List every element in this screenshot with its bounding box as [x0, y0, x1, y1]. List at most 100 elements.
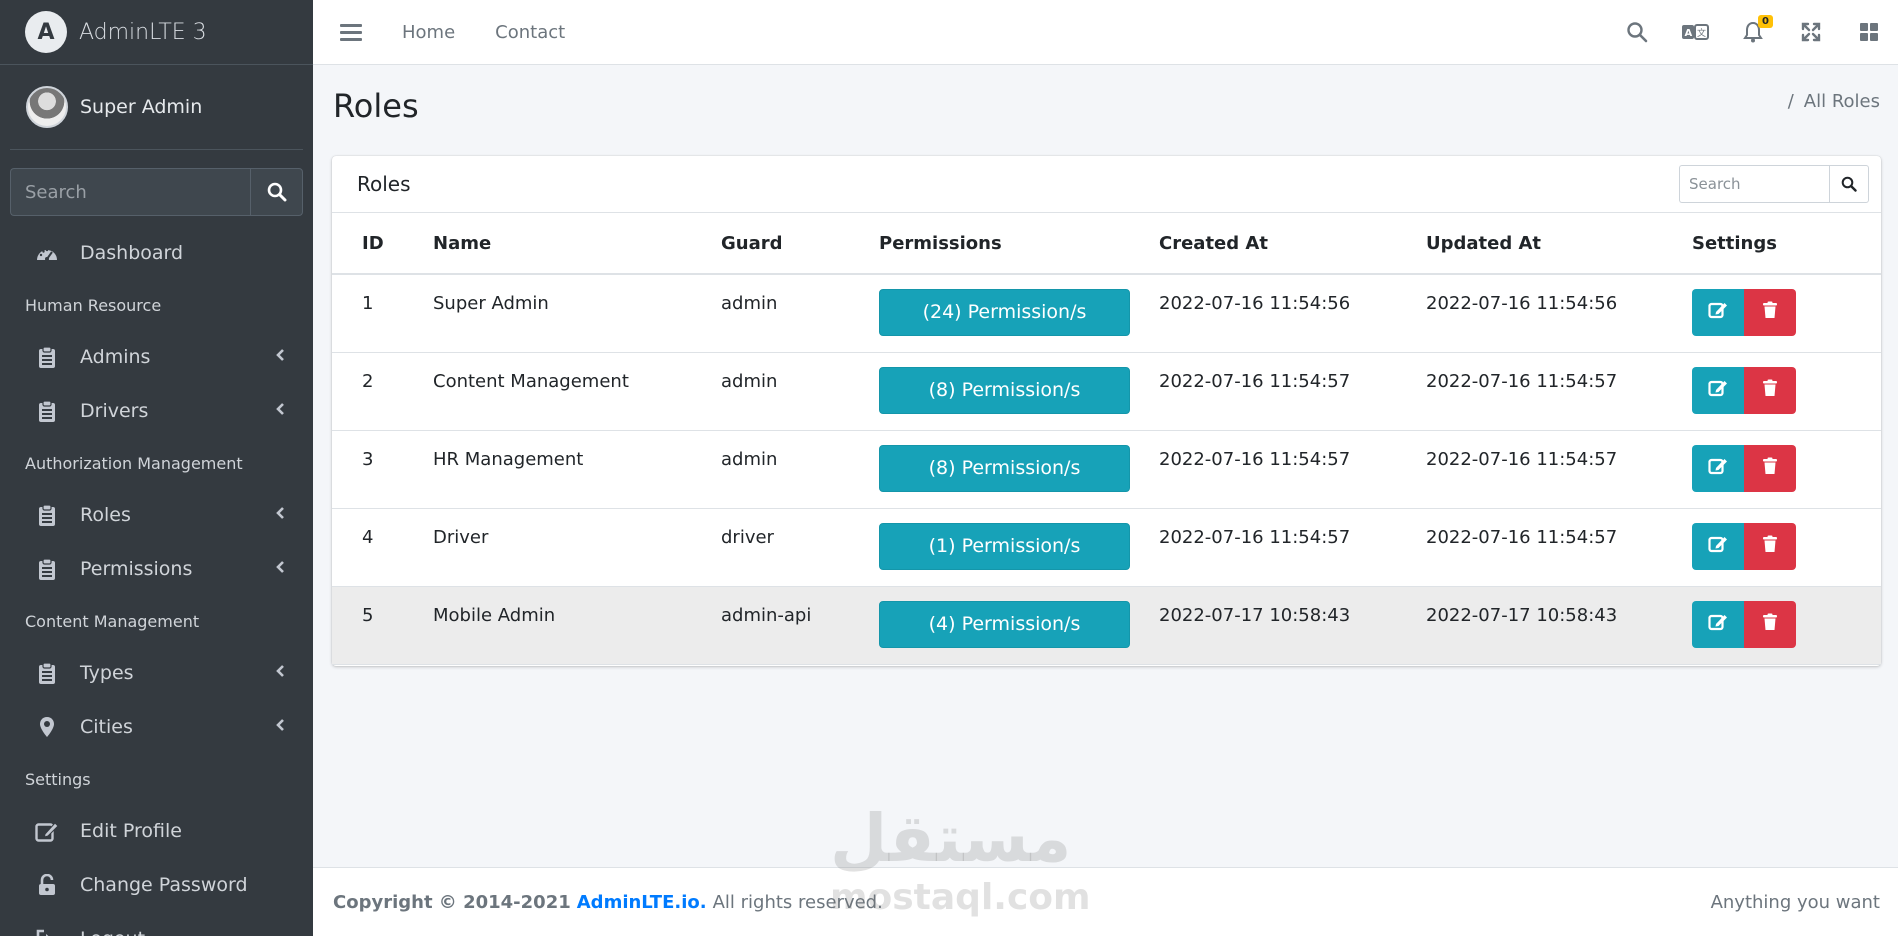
sidebar-item-drivers[interactable]: Drivers [0, 384, 313, 438]
permissions-button[interactable]: (1) Permission/s [879, 522, 1130, 570]
delete-button[interactable] [1744, 289, 1796, 336]
table-search-input[interactable] [1679, 165, 1829, 203]
edit-button[interactable] [1692, 366, 1744, 414]
search-icon [1841, 176, 1857, 192]
column-header-permissions: Permissions [879, 213, 1159, 275]
cell-guard: admin [721, 430, 879, 509]
cell-id: 2 [332, 352, 433, 431]
permissions-button[interactable]: (8) Permission/s [879, 366, 1130, 414]
cell-guard: admin-api [721, 586, 879, 665]
nav-header-settings: Settings [25, 769, 91, 789]
cell-created-at: 2022-07-16 11:54:57 [1159, 352, 1426, 431]
chevron-left-icon [275, 506, 285, 524]
cell-permissions: (4) Permission/s [879, 586, 1159, 665]
delete-button[interactable] [1744, 600, 1796, 648]
grid-icon[interactable] [1840, 12, 1898, 52]
sidebar-nav: Dashboard Human Resource Admins Drivers Auth… [0, 226, 313, 936]
cell-permissions: (24) Permission/s [879, 274, 1159, 353]
sidebar-item-label: Edit Profile [80, 820, 182, 842]
sidebar-item-cities[interactable]: Cities [0, 700, 313, 754]
delete-button[interactable] [1744, 444, 1796, 492]
table-row: 1 Super Admin admin (24) Permission/s 2022-0… [332, 274, 1881, 353]
cell-updated-at: 2022-07-16 11:54:57 [1426, 508, 1692, 587]
edit-button[interactable] [1692, 522, 1744, 570]
column-header-settings: Settings [1692, 213, 1881, 275]
search-icon[interactable] [1608, 12, 1666, 52]
clipboard-icon [34, 346, 60, 368]
sidebar-item-dashboard[interactable]: Dashboard [0, 226, 313, 280]
cell-permissions: (8) Permission/s [879, 352, 1159, 431]
table-row: 3 HR Management admin (8) Permission/s 2022-… [332, 430, 1881, 509]
row-actions [1692, 366, 1796, 414]
svg-text:A: A [1685, 28, 1693, 39]
chevron-left-icon [275, 664, 285, 682]
main-sidebar: A AdminLTE 3 Super Admin Dashboard Human … [0, 0, 313, 936]
card-header: Roles [332, 156, 1881, 213]
language-icon[interactable]: A文 [1666, 12, 1724, 52]
footer-adminlte-link[interactable]: AdminLTE.io. [577, 892, 707, 913]
column-header-created-at: Created At [1159, 213, 1426, 275]
brand-link[interactable]: A AdminLTE 3 [0, 0, 313, 65]
permissions-button[interactable]: (8) Permission/s [879, 444, 1130, 492]
chevron-left-icon [275, 402, 285, 420]
sidebar-item-logout[interactable]: Logout [0, 912, 313, 936]
sidebar-item-change-password[interactable]: Change Password [0, 858, 313, 912]
nav-link-contact[interactable]: Contact [495, 22, 565, 43]
sign-out-icon [34, 928, 60, 936]
menu-toggle-icon[interactable] [340, 20, 362, 45]
nav-link-home[interactable]: Home [402, 22, 455, 43]
sidebar-search-input[interactable] [10, 168, 250, 216]
cell-settings [1692, 352, 1881, 431]
sidebar-item-edit-profile[interactable]: Edit Profile [0, 804, 313, 858]
page-title: Roles [333, 87, 419, 125]
breadcrumb-active: All Roles [1803, 91, 1880, 112]
permissions-button[interactable]: (4) Permission/s [879, 600, 1130, 648]
cell-updated-at: 2022-07-16 11:54:56 [1426, 274, 1692, 353]
cell-updated-at: 2022-07-17 10:58:43 [1426, 586, 1692, 665]
content-wrapper: Roles / All Roles Roles ID Name Guard Per… [313, 65, 1898, 867]
cell-guard: admin [721, 274, 879, 353]
cell-created-at: 2022-07-17 10:58:43 [1159, 586, 1426, 665]
clipboard-icon [34, 558, 60, 580]
trash-icon [1762, 379, 1778, 402]
clipboard-icon [34, 400, 60, 422]
sidebar-search-button[interactable] [250, 168, 303, 216]
edit-button[interactable] [1692, 289, 1744, 336]
cell-created-at: 2022-07-16 11:54:56 [1159, 274, 1426, 353]
edit-button[interactable] [1692, 600, 1744, 648]
table-search-button[interactable] [1829, 165, 1869, 203]
delete-button[interactable] [1744, 366, 1796, 414]
fullscreen-icon[interactable] [1782, 12, 1840, 52]
cell-name: Driver [433, 508, 721, 587]
edit-button[interactable] [1692, 444, 1744, 492]
brand-logo-icon: A [25, 11, 67, 53]
svg-text:文: 文 [1697, 27, 1706, 39]
sidebar-item-permissions[interactable]: Permissions [0, 542, 313, 596]
clipboard-icon [34, 504, 60, 526]
permissions-button[interactable]: (24) Permission/s [879, 289, 1130, 336]
roles-card: Roles ID Name Guard Permissions Created … [332, 156, 1881, 666]
map-marker-icon [34, 716, 60, 738]
cell-name: Mobile Admin [433, 586, 721, 665]
brand-name: AdminLTE 3 [79, 19, 207, 45]
cell-name: Content Management [433, 352, 721, 431]
cell-id: 3 [332, 430, 433, 509]
bell-icon[interactable]: 0 [1724, 12, 1782, 52]
user-name[interactable]: Super Admin [80, 96, 202, 118]
column-header-name: Name [433, 213, 721, 275]
delete-button[interactable] [1744, 522, 1796, 570]
cell-created-at: 2022-07-16 11:54:57 [1159, 430, 1426, 509]
sidebar-item-types[interactable]: Types [0, 646, 313, 700]
cell-settings [1692, 274, 1881, 353]
roles-table: ID Name Guard Permissions Created At Upd… [332, 213, 1881, 665]
avatar [26, 86, 68, 128]
trash-icon [1762, 301, 1778, 324]
edit-icon [1708, 379, 1728, 402]
breadcrumb: / All Roles [1788, 91, 1880, 112]
cell-id: 1 [332, 274, 433, 353]
sidebar-item-roles[interactable]: Roles [0, 488, 313, 542]
sidebar-item-label: Admins [80, 346, 151, 368]
user-panel[interactable]: Super Admin [10, 65, 303, 150]
sidebar-item-admins[interactable]: Admins [0, 330, 313, 384]
sidebar-item-label: Drivers [80, 400, 149, 422]
